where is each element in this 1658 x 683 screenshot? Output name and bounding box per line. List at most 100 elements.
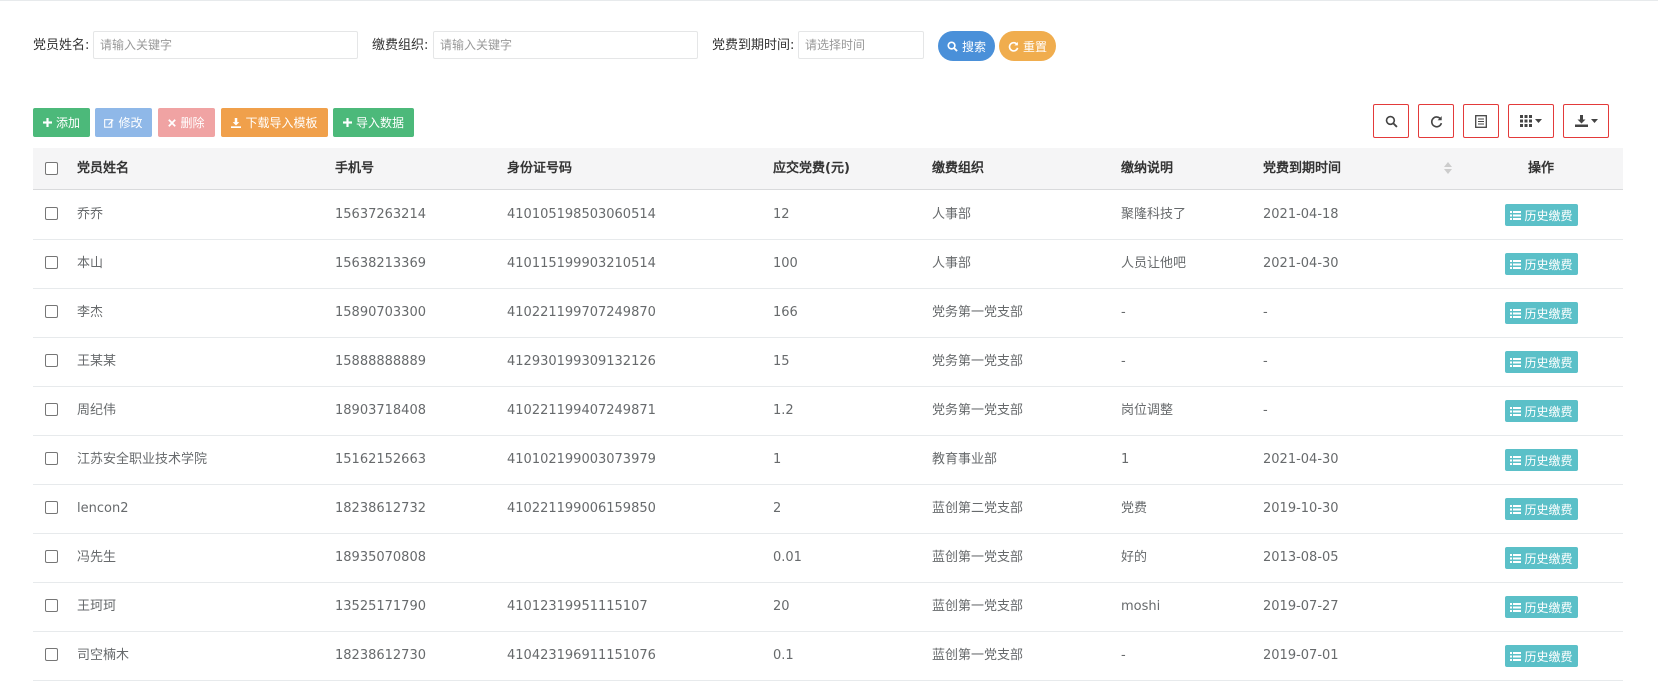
row-checkbox[interactable] — [45, 599, 58, 612]
cell-phone: 13525171790 — [335, 599, 426, 614]
table-row: 王某某 15888888889 412930199309132126 15 党务第一党支… — [33, 337, 1623, 387]
history-payment-button[interactable]: 历史缴费 — [1505, 449, 1578, 471]
row-checkbox[interactable] — [45, 256, 58, 269]
row-checkbox[interactable] — [45, 452, 58, 465]
history-payment-button[interactable]: 历史缴费 — [1505, 645, 1578, 667]
history-payment-button[interactable]: 历史缴费 — [1505, 498, 1578, 520]
row-checkbox[interactable] — [45, 207, 58, 220]
row-checkbox[interactable] — [45, 403, 58, 416]
row-checkbox[interactable] — [45, 354, 58, 367]
list-icon — [1510, 357, 1522, 367]
cell-phone: 15162152663 — [335, 452, 426, 467]
cell-expire: 2013-08-05 — [1263, 550, 1339, 565]
delete-button[interactable]: 删除 — [158, 108, 215, 137]
toggle-view-button[interactable] — [1463, 104, 1499, 138]
header-expire[interactable]: 党费到期时间 — [1263, 148, 1341, 189]
history-payment-label: 历史缴费 — [1524, 306, 1573, 321]
cell-phone: 15637263214 — [335, 207, 426, 222]
header-fee: 应交党费(元) — [773, 161, 850, 176]
row-checkbox[interactable] — [45, 550, 58, 563]
cell-fee: 2 — [773, 501, 782, 516]
reset-button[interactable]: 重置 — [999, 31, 1056, 61]
refresh-icon — [1008, 41, 1019, 52]
cell-fee: 100 — [773, 256, 798, 271]
export-dropdown-button[interactable] — [1563, 104, 1609, 138]
cell-fee: 1.2 — [773, 403, 794, 418]
history-payment-button[interactable]: 历史缴费 — [1505, 596, 1578, 618]
toggle-search-button[interactable] — [1373, 104, 1409, 138]
list-icon — [1510, 651, 1522, 661]
list-icon — [1510, 210, 1522, 220]
add-button-label: 添加 — [55, 116, 80, 130]
list-icon — [1510, 259, 1522, 269]
cell-fee: 166 — [773, 305, 798, 320]
cell-note: moshi — [1121, 599, 1161, 614]
expire-label: 党费到期时间: — [712, 38, 795, 53]
cell-id-number: 410105198503060514 — [507, 207, 656, 222]
org-label: 缴费组织: — [372, 38, 429, 53]
cell-fee: 20 — [773, 599, 790, 614]
import-data-button[interactable]: 导入数据 — [333, 108, 414, 137]
org-input[interactable] — [433, 31, 698, 59]
list-icon — [1510, 455, 1522, 465]
name-input[interactable] — [93, 31, 358, 59]
expire-date-input[interactable] — [798, 31, 924, 59]
select-all-checkbox[interactable] — [45, 162, 58, 175]
top-divider — [0, 0, 1658, 1]
row-checkbox[interactable] — [45, 501, 58, 514]
add-button[interactable]: 添加 — [33, 108, 90, 137]
cell-note: 岗位调整 — [1121, 403, 1174, 418]
plus-icon — [342, 118, 352, 127]
caret-down-icon — [1590, 119, 1598, 123]
grid-icon — [1520, 115, 1532, 127]
history-payment-label: 历史缴费 — [1524, 208, 1573, 223]
plus-icon — [42, 118, 52, 127]
sort-icon[interactable] — [1444, 161, 1452, 179]
header-note: 缴纳说明 — [1121, 161, 1174, 176]
cell-phone: 15638213369 — [335, 256, 426, 271]
search-button-label: 搜索 — [961, 39, 986, 54]
cell-name: 冯先生 — [77, 550, 117, 565]
search-icon — [1385, 115, 1398, 128]
cell-name: 周纪伟 — [77, 403, 117, 418]
cell-expire: - — [1263, 354, 1268, 369]
row-checkbox[interactable] — [45, 648, 58, 661]
cell-id-number: 410423196911151076 — [507, 648, 656, 663]
history-payment-button[interactable]: 历史缴费 — [1505, 204, 1578, 226]
cell-expire: - — [1263, 403, 1268, 418]
search-button[interactable]: 搜索 — [938, 31, 995, 61]
import-data-label: 导入数据 — [355, 116, 404, 130]
cell-id-number: 41012319951115107 — [507, 599, 648, 614]
history-payment-button[interactable]: 历史缴费 — [1505, 547, 1578, 569]
cell-fee: 0.01 — [773, 550, 802, 565]
table-row: 乔乔 15637263214 410105198503060514 12 人事部 聚隆科技… — [33, 190, 1623, 240]
history-payment-button[interactable]: 历史缴费 — [1505, 253, 1578, 275]
cell-org: 教育事业部 — [932, 452, 998, 467]
cell-id-number: 410221199006159850 — [507, 501, 656, 516]
download-template-button[interactable]: 下载导入模板 — [221, 108, 328, 137]
cell-expire: 2019-10-30 — [1263, 501, 1339, 516]
history-payment-label: 历史缴费 — [1524, 502, 1573, 517]
name-label: 党员姓名: — [33, 38, 90, 53]
cell-org: 人事部 — [932, 256, 972, 271]
refresh-button[interactable] — [1418, 104, 1454, 138]
header-action: 操作 — [1528, 161, 1555, 176]
history-payment-button[interactable]: 历史缴费 — [1505, 302, 1578, 324]
history-payment-label: 历史缴费 — [1524, 600, 1573, 615]
cell-expire: 2019-07-27 — [1263, 599, 1339, 614]
list-icon — [1510, 406, 1522, 416]
row-checkbox[interactable] — [45, 305, 58, 318]
cell-phone: 18238612732 — [335, 501, 426, 516]
history-payment-label: 历史缴费 — [1524, 257, 1573, 272]
history-payment-label: 历史缴费 — [1524, 453, 1573, 468]
cell-note: - — [1121, 648, 1126, 663]
history-payment-button[interactable]: 历史缴费 — [1505, 351, 1578, 373]
columns-dropdown-button[interactable] — [1508, 104, 1554, 138]
edit-button[interactable]: 修改 — [95, 108, 152, 137]
cell-note: - — [1121, 305, 1126, 320]
table-header: 党员姓名 手机号 身份证号码 应交党费(元) 缴费组织 缴纳说明 党费到期时间 … — [33, 148, 1623, 190]
refresh-icon — [1430, 115, 1443, 128]
history-payment-button[interactable]: 历史缴费 — [1505, 400, 1578, 422]
list-icon — [1510, 504, 1522, 514]
cell-expire: 2019-07-01 — [1263, 648, 1339, 663]
